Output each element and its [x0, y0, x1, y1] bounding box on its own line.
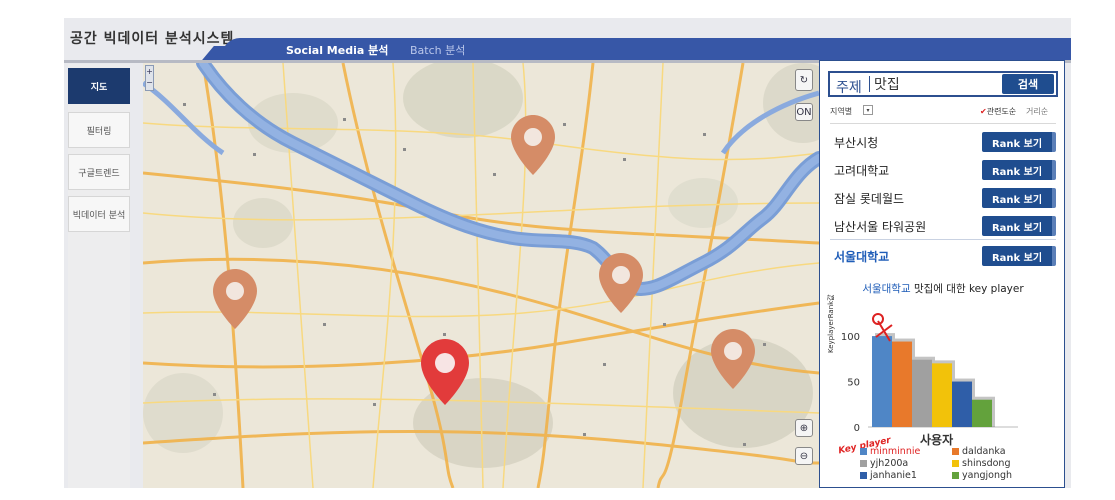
filter-row: 지역별 ▾ ✔관련도순 거리순	[830, 105, 1060, 119]
tab-batch[interactable]: Batch 분석	[410, 42, 465, 58]
location-name[interactable]: 부산시청	[834, 134, 878, 151]
bar-janhanie1[interactable]	[952, 381, 972, 427]
bar-shinsdong[interactable]	[932, 363, 952, 427]
location-row-selected: 서울대학교 Rank 보기	[834, 245, 1060, 267]
key-player-chart: 0 50 100	[841, 313, 1018, 434]
divider	[830, 239, 1056, 240]
legend-item: minminnie	[860, 446, 920, 457]
search-input[interactable]	[874, 75, 1000, 93]
key-player-title-location: 서울대학교	[862, 283, 911, 295]
location-name[interactable]: 고려대학교	[834, 162, 889, 179]
legend-label: janhanie1	[870, 470, 917, 481]
rank-view-button[interactable]: Rank 보기	[982, 160, 1056, 180]
legend-item: shinsdong	[952, 458, 1010, 469]
region-filter-label: 지역별	[830, 107, 853, 116]
legend-label: yangjongh	[962, 470, 1013, 481]
location-row: 부산시청 Rank 보기	[834, 131, 1060, 153]
legend-label: minminnie	[870, 446, 921, 457]
tab-bar: Social Media 분석 Batch 분석	[222, 38, 1071, 60]
bar-minminnie[interactable]	[872, 336, 892, 427]
legend-swatch	[860, 472, 867, 479]
map-pin[interactable]	[511, 115, 555, 175]
bar-daldanka[interactable]	[892, 341, 912, 427]
chart-y-axis-label: KeyplayerRank값	[827, 294, 835, 353]
chart-x-axis-label: 사용자	[920, 433, 954, 447]
rank-view-button[interactable]: Rank 보기	[982, 188, 1056, 208]
rank-view-button[interactable]: Rank 보기	[982, 246, 1056, 266]
legend-label: yjh200a	[870, 458, 909, 469]
search-button[interactable]: 검색	[1002, 74, 1054, 94]
check-icon: ✔	[980, 107, 987, 116]
location-name[interactable]: 남산서울 타워공원	[834, 218, 926, 235]
legend-swatch	[860, 448, 867, 455]
key-player-title-text: 맛집에 대한 key player	[910, 283, 1024, 295]
y-tick-label: 100	[841, 332, 860, 343]
legend-swatch	[952, 460, 959, 467]
app-title: 공간 빅데이터 분석시스템	[70, 31, 235, 47]
location-row: 남산서울 타워공원 Rank 보기	[834, 215, 1060, 237]
zoom-in-icon[interactable]: ⊕	[795, 419, 813, 437]
chevron-down-icon[interactable]: ▾	[863, 105, 873, 115]
map-pin[interactable]	[599, 253, 643, 313]
menu-item-map[interactable]: 지도	[68, 68, 130, 104]
sort-relevance-label: 관련도순	[986, 107, 1017, 116]
legend-item: yjh200a	[860, 458, 908, 469]
rank-view-button[interactable]: Rank 보기	[982, 132, 1056, 152]
search-box: 주제 검색	[828, 71, 1058, 97]
key-player-title: 서울대학교 맛집에 대한 key player	[820, 281, 1066, 296]
header: 공간 빅데이터 분석시스템 Social Media 분석 Batch 분석	[64, 18, 1071, 63]
pan-control[interactable]: + −	[145, 65, 154, 91]
legend-item: daldanka	[952, 446, 1006, 457]
app-window: 공간 빅데이터 분석시스템 Social Media 분석 Batch 분석 지…	[64, 18, 1071, 488]
y-tick-label: 0	[854, 423, 860, 434]
rank-view-button[interactable]: Rank 보기	[982, 216, 1056, 236]
topic-label: 주제	[836, 80, 862, 96]
menu-item-bigdata-analysis[interactable]: 빅데이터 분석	[68, 196, 130, 232]
map-pin[interactable]	[213, 269, 257, 329]
sort-relevance-option[interactable]: ✔관련도순	[980, 106, 1016, 117]
legend-label: shinsdong	[962, 458, 1011, 469]
sort-distance-option[interactable]: 거리순	[1026, 106, 1048, 117]
map-canvas	[143, 63, 819, 488]
location-name[interactable]: 잠실 롯데월드	[834, 190, 904, 207]
toggle-on-button[interactable]: ON	[795, 103, 813, 121]
legend-swatch	[860, 460, 867, 467]
y-tick-label: 50	[847, 378, 860, 389]
legend-swatch	[952, 472, 959, 479]
location-row: 고려대학교 Rank 보기	[834, 159, 1060, 181]
left-menu: 지도 필터링 구글트렌드 빅데이터 분석	[68, 64, 130, 488]
legend-label: daldanka	[962, 446, 1006, 457]
legend-item: yangjongh	[952, 470, 1012, 481]
map-view[interactable]: + − ↻ ON ⊕ ⊖	[143, 63, 819, 488]
zoom-out-icon[interactable]: ⊖	[795, 447, 813, 465]
bar-yjh200a[interactable]	[912, 359, 932, 427]
menu-item-filtering[interactable]: 필터링	[68, 112, 130, 148]
location-row: 잠실 롯데월드 Rank 보기	[834, 187, 1060, 209]
legend-item: janhanie1	[860, 470, 917, 481]
legend-swatch	[952, 448, 959, 455]
tab-social-media[interactable]: Social Media 분석	[286, 42, 388, 58]
topic-divider	[869, 76, 870, 92]
divider	[830, 123, 1056, 124]
bar-yangjongh[interactable]	[972, 399, 992, 427]
refresh-icon[interactable]: ↻	[795, 69, 813, 91]
menu-item-google-trends[interactable]: 구글트렌드	[68, 154, 130, 190]
location-name[interactable]: 서울대학교	[834, 248, 889, 265]
analysis-panel: 주제 검색 지역별 ▾ ✔관련도순 거리순 부산시청 Rank 보기 고려대학교…	[819, 60, 1065, 488]
